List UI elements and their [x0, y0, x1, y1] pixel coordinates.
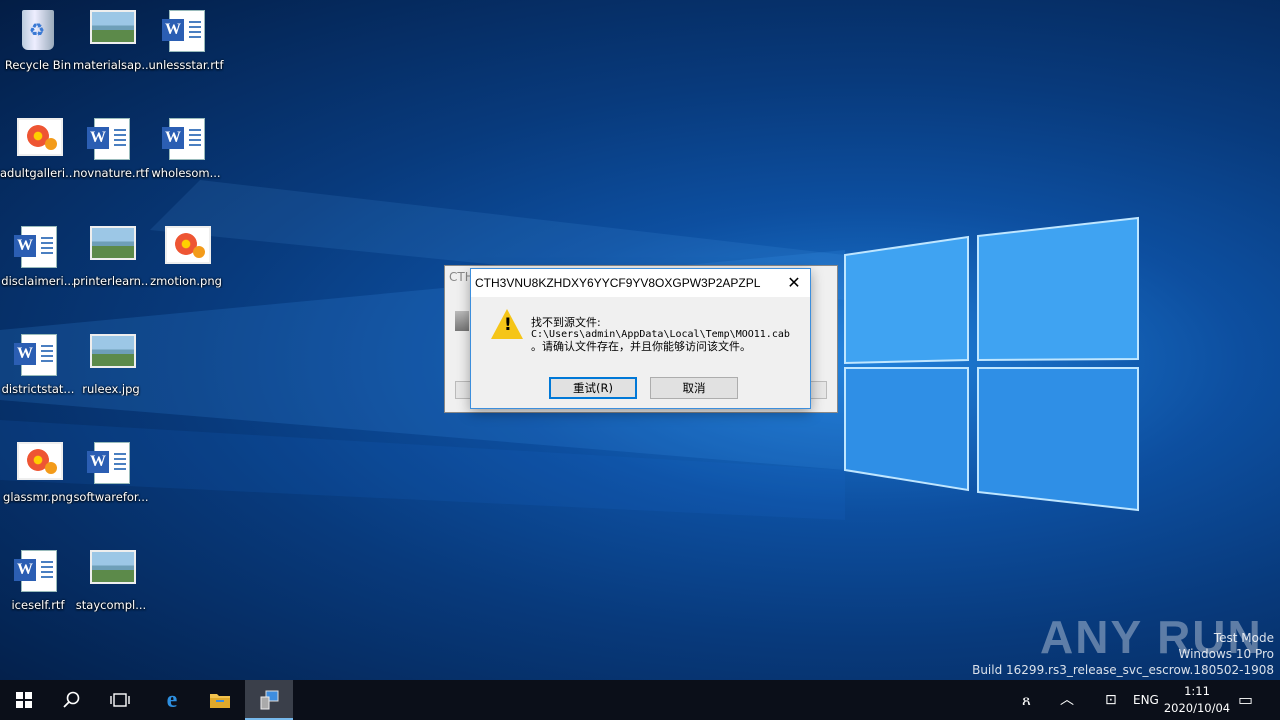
installer-taskbar-button[interactable] [245, 680, 293, 720]
clock[interactable]: 1:11 2020/10/04 [1162, 683, 1232, 717]
windows-start-icon [16, 692, 32, 708]
windows-logo [844, 216, 1139, 512]
desktop-icon-file[interactable]: W unlessstar.rtf [148, 4, 224, 72]
message-line: 找不到源文件: [531, 316, 601, 329]
file-explorer-button[interactable] [196, 680, 244, 720]
image-file-icon [90, 550, 136, 584]
image-file-icon [90, 226, 136, 260]
warning-icon: ! [491, 309, 523, 339]
test-mode-watermark: Test Mode Windows 10 Pro Build 16299.rs3… [972, 631, 1274, 677]
clock-date: 2020/10/04 [1163, 701, 1231, 715]
folder-icon [210, 694, 230, 708]
desktop-icon-recycle-bin[interactable]: Recycle Bin [0, 4, 76, 72]
clock-time: 1:11 [1184, 684, 1210, 698]
desktop-icon-file[interactable]: glassmr.png [0, 436, 76, 504]
people-icon[interactable]: ጸ [1022, 680, 1031, 720]
desktop-icon-file[interactable]: W novnature.rtf [73, 112, 149, 180]
png-image-icon [17, 118, 63, 156]
recycle-bin-icon [22, 10, 54, 50]
desktop-icon-file[interactable]: W softwarefor... [73, 436, 149, 504]
network-icon[interactable]: ⊡ [1105, 680, 1117, 720]
task-view-icon [110, 693, 130, 707]
desktop-icon-file[interactable]: staycompl... [73, 544, 149, 612]
png-image-icon [17, 442, 63, 480]
dialog-title-bar[interactable]: CTH3VNU8KZHDXY6YYCF9YV8OXGPW3P2APZPL ✕ [471, 269, 810, 297]
retry-button[interactable]: 重试(R) [549, 377, 637, 399]
installer-icon [260, 690, 279, 710]
image-file-icon [90, 10, 136, 44]
search-button[interactable] [48, 680, 96, 720]
installer-icon [455, 311, 469, 331]
desktop-icon-file[interactable]: ruleex.jpg [73, 328, 149, 396]
desktop-icon-file[interactable]: printerlearn... [73, 220, 149, 288]
word-document-icon: W [162, 118, 205, 160]
png-image-icon [165, 226, 211, 264]
error-dialog[interactable]: CTH3VNU8KZHDXY6YYCF9YV8OXGPW3P2APZPL ✕ !… [470, 268, 811, 409]
message-line: 。请确认文件存在，并且你能够访问该文件。 [531, 340, 751, 353]
image-file-icon [90, 334, 136, 368]
desktop-icon-file[interactable]: W wholesom... [148, 112, 224, 180]
desktop-icon-file[interactable]: materialsap... [73, 4, 149, 72]
word-document-icon: W [87, 442, 130, 484]
word-document-icon: W [87, 118, 130, 160]
word-document-icon: W [162, 10, 205, 52]
desktop-icon-file[interactable]: W districtstat... [0, 328, 76, 396]
word-document-icon: W [14, 226, 57, 268]
search-icon [63, 691, 80, 708]
desktop-icon-file[interactable]: W iceself.rtf [0, 544, 76, 612]
word-document-icon: W [14, 550, 57, 592]
word-document-icon: W [14, 334, 57, 376]
dialog-message: 找不到源文件: C:\Users\admin\AppData\Local\Tem… [531, 317, 790, 353]
dialog-title: CTH3VNU8KZHDXY6YYCF9YV8OXGPW3P2APZPL [475, 276, 761, 290]
language-indicator[interactable]: ENG [1133, 680, 1159, 720]
chevron-up-icon[interactable]: ︿ [1060, 680, 1074, 720]
edge-browser-icon[interactable]: e [148, 680, 196, 720]
desktop-icon-file[interactable]: W disclaimeri... [0, 220, 76, 288]
taskbar: e ጸ ︿ ⊡ ENG 1:11 2020/10/04 ▭ [0, 680, 1280, 720]
notification-icon[interactable]: ▭ [1238, 680, 1253, 720]
desktop-icon-file[interactable]: adultgalleri... [0, 112, 76, 180]
close-button[interactable]: ✕ [778, 269, 810, 297]
task-view-button[interactable] [96, 680, 144, 720]
start-button[interactable] [0, 680, 48, 720]
cancel-button[interactable]: 取消 [650, 377, 738, 399]
desktop-icon-file[interactable]: zmotion.png [148, 220, 224, 288]
